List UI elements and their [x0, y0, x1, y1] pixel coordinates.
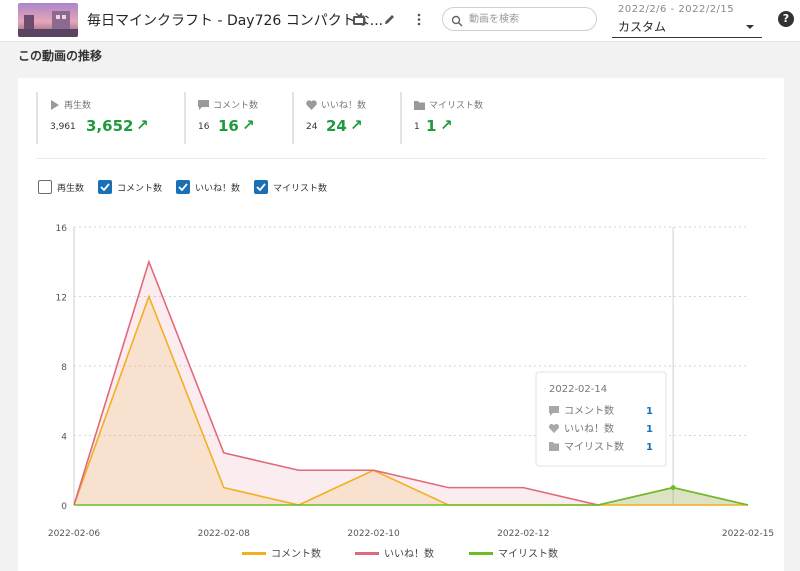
stat-comments-prev: 16 [198, 122, 210, 132]
checkbox-mylist[interactable] [254, 180, 269, 194]
comment-icon [198, 99, 209, 110]
stat-comments-label: コメント数 [213, 101, 259, 111]
search-icon [451, 12, 463, 31]
video-search[interactable] [442, 7, 597, 31]
checkmark-icon [178, 183, 188, 191]
toggle-views[interactable]: 再生数 [38, 180, 84, 194]
toggle-views-label: 再生数 [57, 183, 85, 194]
stat-comments: コメント数 16 16 ↗ [184, 92, 292, 144]
checkbox-views[interactable] [38, 180, 52, 194]
stat-mylist: マイリスト数 1 1 ↗ [400, 92, 520, 144]
toggle-mylist[interactable]: マイリスト数 [254, 180, 327, 194]
series-toggles: 再生数 コメント数 いいね！数 マイリスト数 [38, 180, 327, 194]
stat-mylist-label: マイリスト数 [429, 101, 484, 111]
divider [36, 158, 766, 159]
stat-likes-current: 24 [326, 117, 347, 135]
trend-up-icon: ↗ [440, 116, 453, 134]
date-range-label: 2022/2/6 - 2022/2/15 [618, 4, 735, 15]
more-vertical-icon[interactable] [410, 10, 428, 28]
stat-views: 再生数 3,961 3,652 ↗ [36, 92, 184, 144]
stat-likes-prev: 24 [306, 122, 318, 132]
stat-likes: いいね！数 24 24 ↗ [292, 92, 400, 144]
video-title[interactable]: 毎日マインクラフト - Day726 コンパクトな... [87, 10, 383, 30]
help-icon[interactable]: ? [778, 11, 794, 27]
toggle-comments[interactable]: コメント数 [98, 180, 162, 194]
edit-icon[interactable] [380, 10, 398, 28]
date-range-select[interactable]: カスタム [612, 16, 762, 38]
date-range-select-value: カスタム [618, 20, 667, 34]
caret-down-icon [746, 25, 754, 29]
toggle-likes[interactable]: いいね！数 [176, 180, 240, 194]
play-icon [51, 99, 59, 110]
toggle-likes-label: いいね！数 [195, 183, 241, 194]
thumbnail-image [18, 3, 78, 37]
toggle-mylist-label: マイリスト数 [273, 183, 328, 194]
stat-views-prev: 3,961 [50, 122, 76, 132]
stat-views-label: 再生数 [64, 101, 92, 111]
checkbox-likes[interactable] [176, 180, 191, 194]
folder-icon [414, 100, 425, 110]
section-title: この動画の推移 [18, 49, 103, 63]
stat-likes-label: いいね！数 [321, 101, 367, 111]
checkmark-icon [256, 183, 266, 191]
stat-mylist-current: 1 [426, 117, 437, 135]
app-header: 毎日マインクラフト - Day726 コンパクトな... 2022/2/6 - … [0, 0, 800, 42]
checkbox-comments[interactable] [98, 180, 113, 194]
trend-up-icon: ↗ [242, 116, 255, 134]
checkmark-icon [100, 183, 110, 191]
tv-icon[interactable] [350, 10, 368, 28]
trend-up-icon: ↗ [350, 116, 363, 134]
search-input[interactable] [469, 11, 589, 27]
heart-icon [306, 99, 317, 110]
toggle-comments-label: コメント数 [117, 183, 163, 194]
stat-mylist-prev: 1 [414, 122, 420, 132]
stat-comments-current: 16 [218, 117, 239, 135]
video-thumbnail[interactable] [18, 3, 78, 37]
stat-views-current: 3,652 [86, 117, 134, 135]
analytics-card: 再生数 3,961 3,652 ↗ コメント数 16 16 ↗ いいね！数 24… [18, 78, 784, 571]
stats-summary: 再生数 3,961 3,652 ↗ コメント数 16 16 ↗ いいね！数 24… [36, 92, 520, 144]
trend-up-icon: ↗ [136, 116, 149, 134]
